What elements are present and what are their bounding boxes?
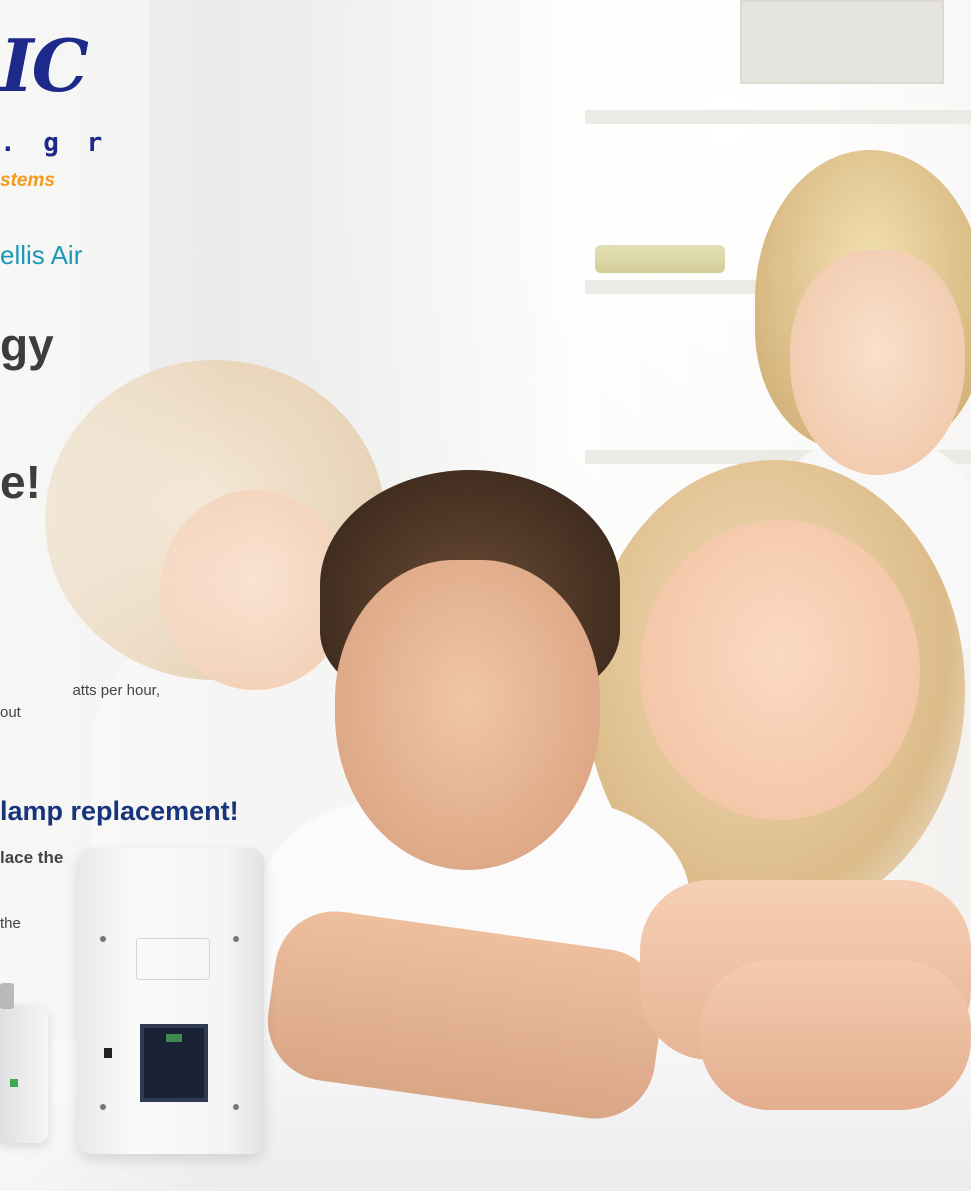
device-lamp-led bbox=[166, 1034, 182, 1042]
module-connector bbox=[0, 983, 14, 1009]
logo-domain: . g r bbox=[0, 128, 109, 158]
body-line-2: out bbox=[0, 704, 21, 721]
device-indicator bbox=[104, 1048, 112, 1058]
woman-face bbox=[640, 520, 920, 820]
headline-line-1: gy bbox=[0, 319, 54, 371]
shelf-object bbox=[595, 245, 725, 273]
small-text-line: the bbox=[0, 915, 21, 932]
shelf bbox=[585, 110, 971, 124]
body-line-1: atts per hour, bbox=[72, 682, 160, 699]
woman-arm bbox=[700, 960, 971, 1110]
highlight-heading: lamp replacement! bbox=[0, 796, 239, 826]
body-text: atts per hour, out bbox=[0, 680, 160, 724]
device-lamp-bay bbox=[140, 1024, 208, 1102]
boy-face bbox=[790, 250, 965, 475]
logo-tagline: stems bbox=[0, 170, 55, 191]
air-purifier-device-image bbox=[78, 848, 264, 1154]
lamp-module-image bbox=[0, 983, 48, 1143]
device-screw bbox=[233, 1104, 239, 1110]
bold-text-line: lace the bbox=[0, 848, 64, 867]
man-face bbox=[335, 560, 600, 870]
headline-line-2: e! bbox=[0, 456, 41, 508]
wall-frame bbox=[740, 0, 944, 84]
brand-line: ellis Air bbox=[0, 240, 83, 270]
device-screw bbox=[233, 936, 239, 942]
module-led bbox=[10, 1079, 18, 1087]
logo-wordmark: IC bbox=[0, 23, 89, 108]
device-screw bbox=[100, 936, 106, 942]
device-screw bbox=[100, 1104, 106, 1110]
device-slot bbox=[136, 938, 210, 980]
